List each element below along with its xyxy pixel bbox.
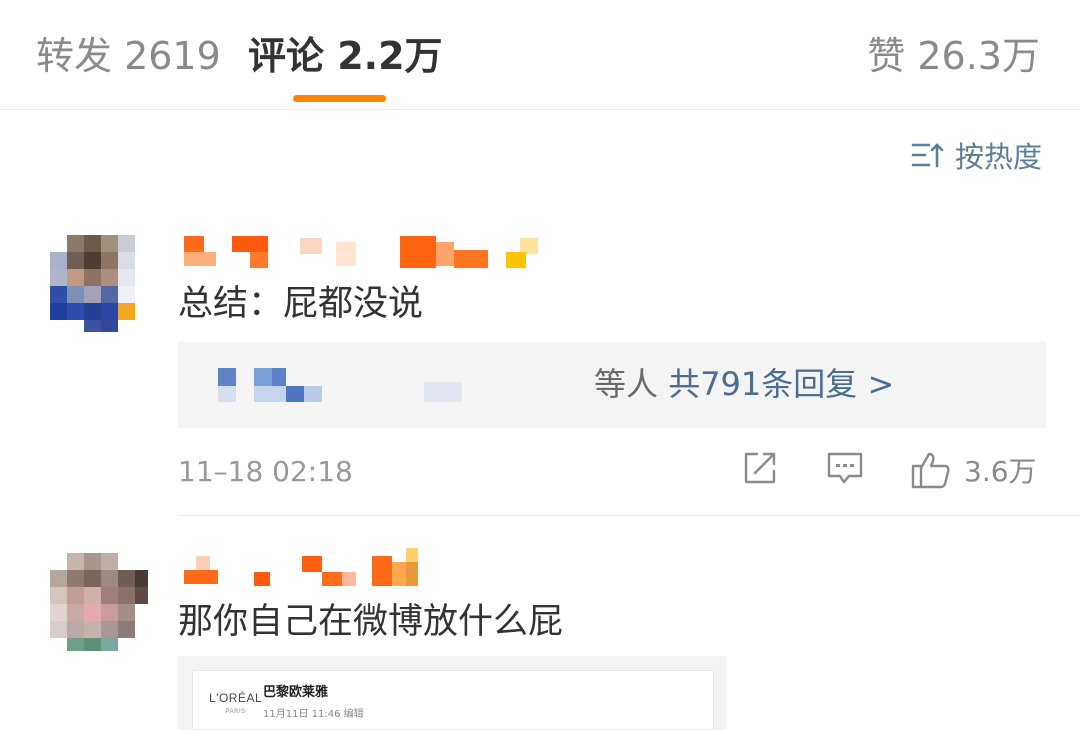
comment-button[interactable] <box>826 450 864 486</box>
sort-label: 按热度 <box>954 140 1042 174</box>
active-tab-indicator <box>293 95 386 102</box>
avatar[interactable] <box>50 235 148 335</box>
reply-suffix-text: 等人 <box>594 365 659 403</box>
tab-bar: 转发 2619 评论 2.2万 赞 26.3万 <box>0 0 1080 110</box>
username-blurred[interactable] <box>184 232 556 268</box>
embedded-post[interactable]: L'ORÉAL PARIS 巴黎欧莱雅 11月11日 11:46 编辑 <box>192 670 714 730</box>
replies-preview[interactable]: 等人 共791条回复 > <box>178 342 1046 428</box>
embedded-post-date: 11月11日 11:46 编辑 <box>263 709 364 720</box>
brand-logo: L'ORÉAL PARIS <box>209 691 263 715</box>
share-icon <box>744 452 776 484</box>
comment-timestamp: 11–18 02:18 <box>178 455 353 488</box>
thumbs-up-icon <box>911 452 950 489</box>
avatar[interactable] <box>50 553 148 653</box>
sort-icon <box>911 143 944 168</box>
tab-comment[interactable]: 评论 2.2万 <box>248 30 443 82</box>
tab-like[interactable]: 赞 26.3万 <box>867 30 1040 82</box>
embedded-post-card[interactable]: L'ORÉAL PARIS 巴黎欧莱雅 11月11日 11:46 编辑 <box>178 656 726 730</box>
username-blurred[interactable] <box>184 548 424 586</box>
comment-divider <box>178 515 1080 516</box>
reply-summary[interactable]: 等人 共791条回复 > <box>594 360 894 408</box>
share-button[interactable] <box>742 450 778 486</box>
like-button[interactable]: 3.6万 <box>910 450 1037 490</box>
like-count: 3.6万 <box>964 455 1037 488</box>
embedded-author-name[interactable]: 巴黎欧莱雅 <box>263 681 328 700</box>
sort-by-hot-button[interactable]: 按热度 <box>911 135 1042 175</box>
tab-repost[interactable]: 转发 2619 <box>36 30 221 82</box>
comment-text: 那你自己在微博放什么屁 <box>178 602 564 642</box>
comment-text: 总结：屁都没说 <box>178 284 424 324</box>
comment-icon <box>827 452 863 484</box>
reply-count-link[interactable]: 共791条回复 > <box>668 365 894 403</box>
